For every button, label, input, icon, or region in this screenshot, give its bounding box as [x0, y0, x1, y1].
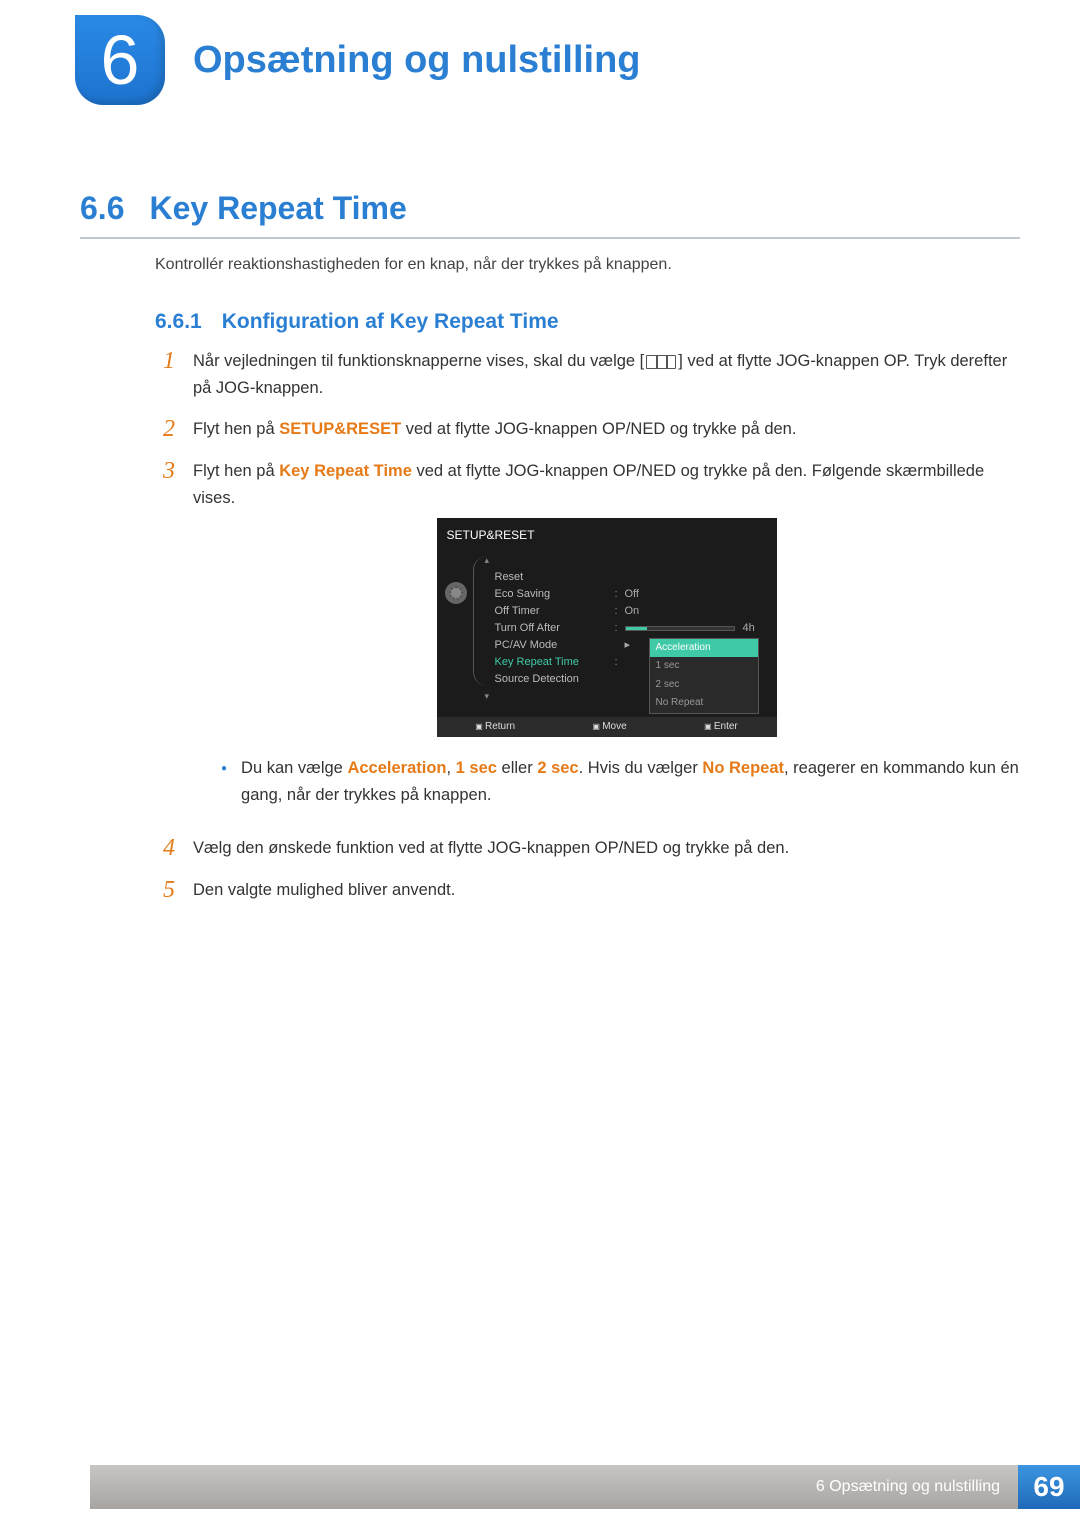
caret-down-icon: ▾: [485, 689, 495, 704]
triangle-right-icon: ▸: [625, 636, 631, 654]
menu-icon: [646, 355, 676, 369]
osd-label: Reset: [495, 568, 615, 586]
section-title: Key Repeat Time: [149, 190, 406, 227]
osd-screenshot: SETUP&RESET ▴ Reset Eco Saving:Off Off T…: [437, 518, 777, 737]
bullet-text: Du kan vælge: [241, 759, 347, 777]
step-text: Vælg den ønskede funktion ved at flytte …: [193, 835, 1020, 862]
osd-label: Eco Saving: [495, 585, 615, 603]
step-1: 1 Når vejledningen til funktionsknappern…: [155, 348, 1020, 402]
chapter-title: Opsætning og nulstilling: [193, 39, 641, 82]
step-bold: Key Repeat Time: [279, 462, 412, 480]
step-text: ved at flytte JOG-knappen OP/NED og tryk…: [401, 420, 796, 438]
step-text: Flyt hen på: [193, 462, 279, 480]
osd-title: SETUP&RESET: [437, 524, 777, 552]
bullet-bold: 1 sec: [456, 759, 497, 777]
step-text: Flyt hen på: [193, 420, 279, 438]
osd-label: Turn Off After: [495, 619, 615, 637]
osd-value: Off: [625, 585, 639, 603]
step-text: Den valgte mulighed bliver anvendt.: [193, 877, 1020, 904]
step-text: Når vejledningen til funktionsknapperne …: [193, 352, 644, 370]
osd-slider: [625, 626, 735, 631]
section-heading: 6.6 Key Repeat Time: [80, 190, 1020, 239]
bullet-bold: No Repeat: [702, 759, 784, 777]
osd-label: Key Repeat Time: [495, 653, 615, 671]
step-number: 3: [155, 458, 175, 822]
footer-breadcrumb: 6 Opsætning og nulstilling: [90, 1465, 1018, 1509]
osd-option: 1 sec: [650, 657, 758, 676]
section-intro: Kontrollér reaktionshastigheden for en k…: [155, 256, 672, 274]
page-footer: 6 Opsætning og nulstilling 69: [90, 1465, 1080, 1509]
osd-footer: Return Move Enter: [437, 717, 777, 737]
steps-list: 1 Når vejledningen til funktionsknappern…: [155, 348, 1020, 918]
osd-option: Acceleration: [650, 639, 758, 658]
osd-footer-return: Return: [475, 719, 515, 736]
subsection-heading: 6.6.1 Konfiguration af Key Repeat Time: [155, 310, 559, 334]
step-3: 3 Flyt hen på Key Repeat Time ved at fly…: [155, 458, 1020, 822]
step-number: 1: [155, 348, 175, 402]
osd-option: 2 sec: [650, 676, 758, 695]
osd-item-turnoff: Turn Off After:4h: [475, 620, 777, 637]
osd-item-eco: Eco Saving:Off: [475, 586, 777, 603]
section-number: 6.6: [80, 190, 124, 227]
osd-label: PC/AV Mode: [495, 636, 615, 654]
step-bold: SETUP&RESET: [279, 420, 401, 438]
gear-icon: [445, 582, 467, 604]
osd-option: No Repeat: [650, 694, 758, 713]
subsection-title: Konfiguration af Key Repeat Time: [222, 310, 559, 334]
step-2: 2 Flyt hen på SETUP&RESET ved at flytte …: [155, 416, 1020, 443]
osd-curve-decoration: [473, 556, 487, 686]
step-number: 2: [155, 416, 175, 443]
osd-footer-enter: Enter: [704, 719, 738, 736]
subsection-number: 6.6.1: [155, 310, 202, 334]
bullet-bold: Acceleration: [347, 759, 446, 777]
step-5: 5 Den valgte mulighed bliver anvendt.: [155, 877, 1020, 904]
chapter-number-badge: 6: [75, 15, 165, 105]
bullet-bold: 2 sec: [537, 759, 578, 777]
bullet-text: eller: [497, 759, 537, 777]
bullet-text: . Hvis du vælger: [579, 759, 703, 777]
bullet-item: ● Du kan vælge Acceleration, 1 sec eller…: [193, 755, 1020, 809]
footer-page-number: 69: [1018, 1465, 1080, 1509]
bullet-text: ,: [446, 759, 455, 777]
osd-value: 4h: [743, 619, 755, 637]
bullet-icon: ●: [221, 761, 227, 809]
step-number: 4: [155, 835, 175, 862]
osd-item-reset: Reset: [475, 569, 777, 586]
osd-label: Off Timer: [495, 602, 615, 620]
osd-footer-move: Move: [592, 719, 626, 736]
osd-dropdown: Acceleration 1 sec 2 sec No Repeat: [649, 638, 759, 714]
step-number: 5: [155, 877, 175, 904]
osd-value: On: [625, 602, 640, 620]
osd-item-timer: Off Timer:On: [475, 603, 777, 620]
step-4: 4 Vælg den ønskede funktion ved at flytt…: [155, 835, 1020, 862]
osd-label: Source Detection: [495, 670, 615, 688]
